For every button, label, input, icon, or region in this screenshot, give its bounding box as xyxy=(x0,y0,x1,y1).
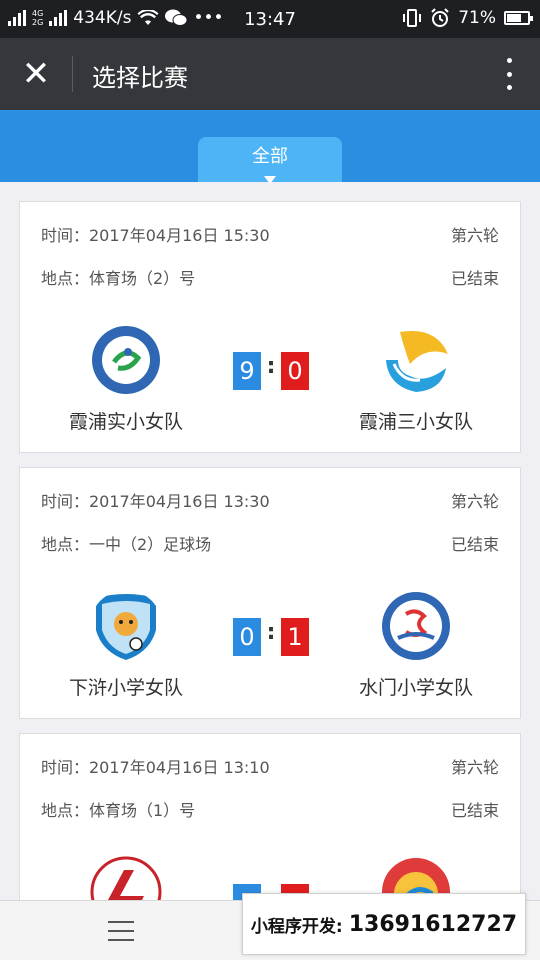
match-time: 时间：2017年04月16日 15:30 xyxy=(41,226,270,245)
score-separator: : xyxy=(266,354,276,379)
nav-bar: ✕ 选择比赛 xyxy=(0,38,540,110)
match-card[interactable]: 时间：2017年04月16日 13:30 第六轮 地点：一中（2）足球场 已结束… xyxy=(19,467,521,719)
home-score: 9 xyxy=(233,352,261,390)
match-venue: 地点：体育场（2）号 xyxy=(41,269,196,288)
status-right: 71% xyxy=(402,8,533,28)
away-team-name: 水门小学女队 xyxy=(358,677,473,699)
away-score: 1 xyxy=(281,618,309,656)
alarm-icon xyxy=(431,8,449,27)
match-time-row: 时间：2017年04月16日 13:30 第六轮 xyxy=(41,488,499,512)
page-title: 选择比赛 xyxy=(92,64,188,92)
home-team-logo xyxy=(92,326,160,394)
away-team-name: 霞浦三小女队 xyxy=(358,411,473,433)
home-team-logo xyxy=(90,856,162,900)
away-score: 0 xyxy=(281,352,309,390)
vibrate-icon xyxy=(403,9,422,27)
menu-icon[interactable] xyxy=(108,921,134,941)
match-list[interactable]: 时间：2017年04月16日 15:30 第六轮 地点：体育场（2）号 已结束 … xyxy=(0,182,540,900)
match-venue-row: 地点：体育场（2）号 已结束 xyxy=(41,265,499,289)
battery-percent: 71% xyxy=(458,8,496,28)
match-time-row: 时间：2017年04月16日 13:10 第六轮 xyxy=(41,754,499,778)
match-time: 时间：2017年04月16日 13:10 xyxy=(41,758,270,777)
match-status: 已结束 xyxy=(450,535,499,554)
score-separator: : xyxy=(266,620,276,645)
home-score: 0 xyxy=(233,618,261,656)
match-round: 第六轮 xyxy=(450,226,499,245)
promo-phone: 13691612727 xyxy=(348,911,518,937)
match-status: 已结束 xyxy=(450,801,499,820)
match-venue: 地点：一中（2）足球场 xyxy=(41,535,212,554)
home-team-name: 下浒小学女队 xyxy=(68,677,183,699)
promo-banner: 小程序开发: 13691612727 xyxy=(242,893,526,955)
close-icon[interactable]: ✕ xyxy=(18,56,54,92)
match-time-row: 时间：2017年04月16日 15:30 第六轮 xyxy=(41,222,499,246)
away-team-logo xyxy=(382,326,450,394)
battery-fill xyxy=(507,14,521,22)
match-round: 第六轮 xyxy=(450,758,499,777)
away-team-logo xyxy=(382,592,450,660)
match-status: 已结束 xyxy=(450,269,499,288)
home-team-name: 霞浦实小女队 xyxy=(68,411,183,433)
nav-divider xyxy=(72,56,73,92)
match-venue: 地点：体育场（1）号 xyxy=(41,801,196,820)
home-team-logo xyxy=(96,594,156,660)
tab-bar: 全部 xyxy=(0,110,540,184)
promo-label: 小程序开发: xyxy=(250,916,343,937)
match-venue-row: 地点：体育场（1）号 已结束 xyxy=(41,797,499,821)
match-venue-row: 地点：一中（2）足球场 已结束 xyxy=(41,531,499,555)
match-card[interactable]: 时间：2017年04月16日 15:30 第六轮 地点：体育场（2）号 已结束 … xyxy=(19,201,521,453)
more-icon[interactable] xyxy=(504,58,514,90)
match-time: 时间：2017年04月16日 13:30 xyxy=(41,492,270,511)
status-bar: 4G 2G 434K/s ••• 13:47 71% xyxy=(0,0,540,38)
battery-icon xyxy=(504,11,533,25)
match-round: 第六轮 xyxy=(450,492,499,511)
match-card[interactable]: 时间：2017年04月16日 13:10 第六轮 地点：体育场（1）号 已结束 xyxy=(19,733,521,900)
